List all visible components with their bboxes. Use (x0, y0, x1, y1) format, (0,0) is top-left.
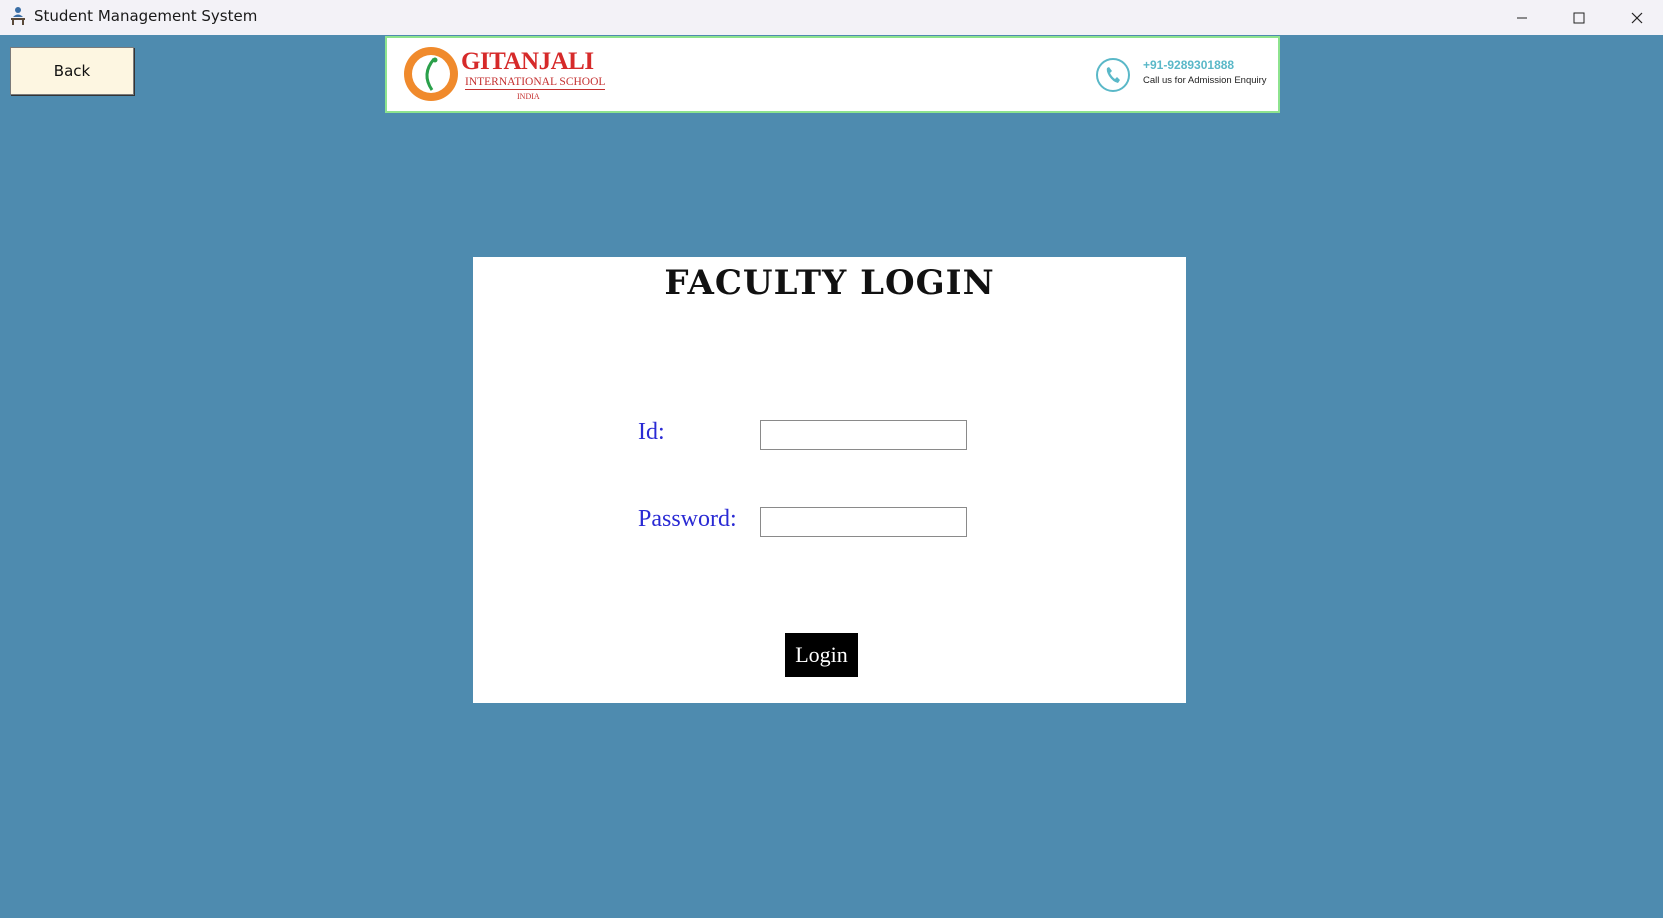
school-banner: GITANJALI INTERNATIONAL SCHOOL INDIA +91… (385, 36, 1280, 113)
id-input[interactable] (760, 420, 967, 450)
school-subtitle: INTERNATIONAL SCHOOL (465, 76, 606, 90)
back-button[interactable]: Back (10, 47, 134, 95)
window-titlebar: Student Management System (0, 0, 1663, 35)
window-title: Student Management System (34, 7, 258, 25)
login-button[interactable]: Login (785, 633, 858, 677)
id-label: Id: (638, 419, 665, 445)
close-button[interactable] (1609, 0, 1663, 35)
close-icon (1631, 12, 1643, 23)
school-country: INDIA (517, 92, 540, 101)
maximize-icon (1573, 12, 1585, 23)
minimize-icon (1517, 17, 1527, 18)
phone-icon (1096, 58, 1130, 92)
school-name: GITANJALI (461, 48, 594, 75)
school-emblem-icon (404, 47, 458, 101)
phone-caption: Call us for Admission Enquiry (1143, 75, 1267, 86)
password-input[interactable] (760, 507, 967, 537)
page-title: FACULTY LOGIN (664, 263, 995, 303)
phone-number: +91-9289301888 (1143, 58, 1235, 72)
minimize-button[interactable] (1494, 0, 1550, 35)
password-label: Password: (638, 506, 737, 532)
student-desk-icon (9, 6, 27, 26)
login-card: FACULTY LOGIN Id: Password: Login (473, 257, 1186, 703)
maximize-button[interactable] (1551, 0, 1607, 35)
